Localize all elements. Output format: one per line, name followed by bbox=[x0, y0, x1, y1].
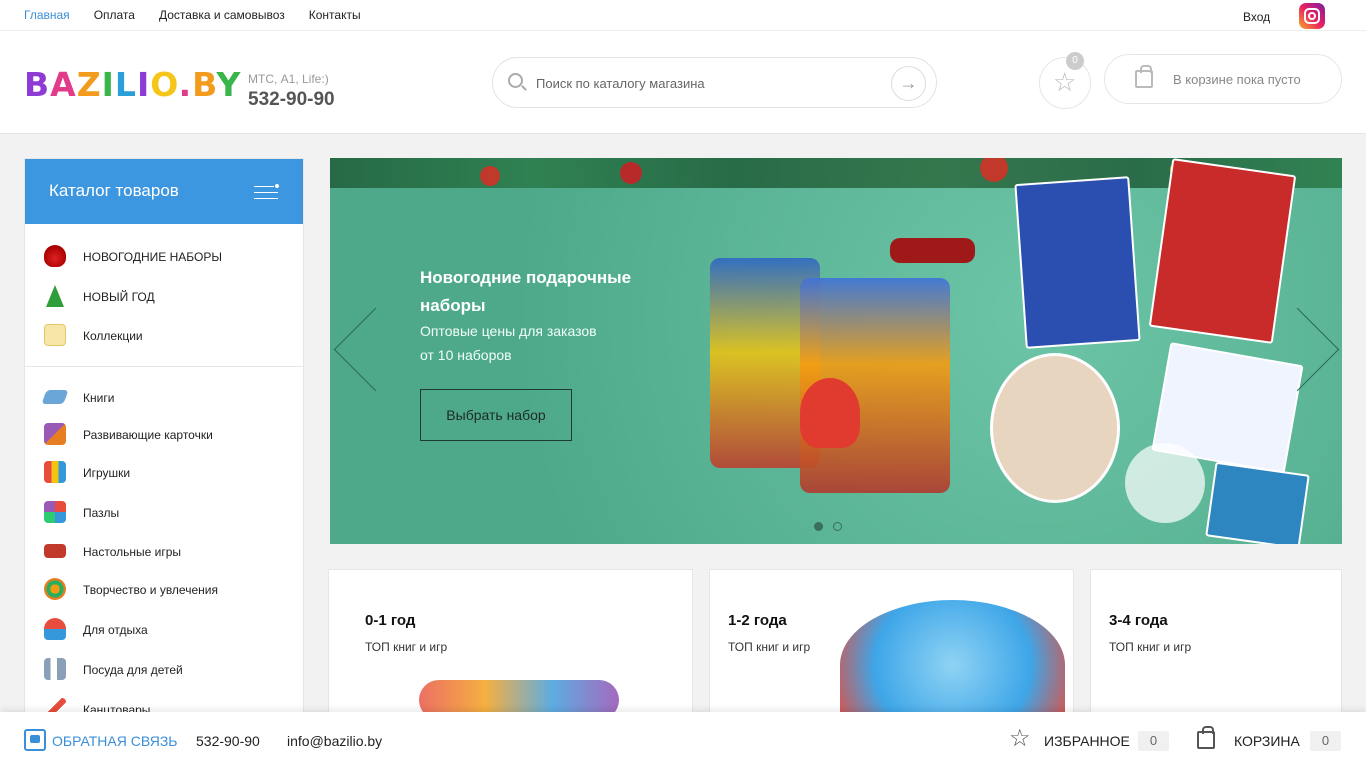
catalog-item-label: Посуда для детей bbox=[83, 663, 183, 677]
catalog-item-new-year-sets[interactable]: НОВОГОДНИЕ НАБОРЫ bbox=[25, 242, 303, 272]
bottom-email[interactable]: info@bazilio.by bbox=[287, 733, 382, 749]
site-header: BAZILIO.BY МТС, А1, Life:) 532-90-90 Пои… bbox=[0, 31, 1366, 134]
search-bar: Поиск по каталогу магазина → bbox=[492, 57, 937, 108]
book-cover-image bbox=[1014, 176, 1141, 349]
favorites-count-badge: 0 bbox=[1066, 52, 1084, 70]
feedback-icon[interactable] bbox=[24, 729, 46, 751]
catalog-item-creativity[interactable]: Творчество и увлечения bbox=[25, 575, 303, 605]
banner-prev-arrow[interactable] bbox=[330, 292, 386, 408]
catalog-item-leisure[interactable]: Для отдыха bbox=[25, 615, 303, 645]
palette-icon bbox=[44, 578, 66, 600]
site-logo[interactable]: BAZILIO.BY bbox=[24, 65, 241, 104]
puzzle-icon bbox=[44, 501, 66, 523]
bottom-cart-link[interactable]: КОРЗИНА bbox=[1234, 733, 1300, 749]
catalog-sidebar: Каталог товаров НОВОГОДНИЕ НАБОРЫ НОВЫЙ … bbox=[24, 158, 304, 718]
santa-figure bbox=[800, 378, 860, 448]
menu-icon[interactable] bbox=[254, 186, 278, 200]
age-card-title: 3-4 года bbox=[1109, 612, 1168, 629]
gift-bag-icon bbox=[44, 245, 66, 267]
age-card-0-1[interactable]: 0-1 год ТОП книг и игр bbox=[328, 569, 693, 719]
catalog-item-books[interactable]: Книги bbox=[25, 383, 303, 413]
search-icon bbox=[508, 73, 523, 88]
catalog-item-new-year[interactable]: НОВЫЙ ГОД bbox=[25, 282, 303, 312]
age-card-title: 1-2 года bbox=[728, 612, 787, 629]
search-submit-button[interactable]: → bbox=[891, 66, 926, 101]
catalog-title: Каталог товаров bbox=[49, 181, 179, 200]
catalog-item-label: Игрушки bbox=[83, 466, 131, 480]
book-icon bbox=[41, 390, 69, 404]
catalog-item-toys[interactable]: Игрушки bbox=[25, 458, 303, 488]
favorites-count: 0 bbox=[1138, 731, 1169, 751]
shopping-bag-icon bbox=[1135, 65, 1153, 88]
shopping-bag-icon[interactable] bbox=[1197, 726, 1215, 749]
banner-next-arrow[interactable] bbox=[1286, 292, 1342, 408]
cards-icon bbox=[44, 423, 66, 445]
ornament-icon bbox=[620, 162, 642, 184]
age-card-subtitle: ТОП книг и игр bbox=[1109, 640, 1192, 654]
banner-subtitle: Оптовые цены для заказов от 10 наборов bbox=[420, 323, 597, 363]
catalog-header[interactable]: Каталог товаров bbox=[25, 159, 303, 224]
ornament-icon bbox=[480, 166, 500, 186]
slider-dots bbox=[814, 518, 852, 536]
toy-image bbox=[840, 600, 1065, 718]
catalog-item-label: Настольные игры bbox=[83, 545, 182, 559]
board-game-icon bbox=[44, 544, 66, 558]
catalog-item-board-games[interactable]: Настольные игры bbox=[25, 537, 303, 567]
nav-link-home[interactable]: Главная bbox=[24, 8, 70, 22]
star-icon: ☆ bbox=[1053, 67, 1077, 97]
cart-status: В корзине пока пусто bbox=[1173, 72, 1301, 87]
blocks-icon bbox=[44, 461, 66, 483]
catalog-item-label: НОВЫЙ ГОД bbox=[83, 290, 155, 304]
slider-dot[interactable] bbox=[833, 522, 842, 531]
star-icon[interactable]: ☆ bbox=[1009, 727, 1031, 751]
santa-board-image bbox=[990, 353, 1120, 503]
header-phone[interactable]: 532-90-90 bbox=[248, 89, 335, 111]
buttons-pack-image bbox=[1125, 443, 1205, 523]
catalog-item-label: Коллекции bbox=[83, 329, 143, 343]
catalog-item-puzzles[interactable]: Пазлы bbox=[25, 498, 303, 528]
book-cover-image bbox=[1148, 158, 1297, 344]
catalog-item-label: Творчество и увлечения bbox=[83, 583, 218, 597]
cart-count: 0 bbox=[1310, 731, 1341, 751]
book-cover-image bbox=[1205, 461, 1310, 544]
search-input[interactable]: Поиск по каталогу магазина bbox=[536, 76, 705, 91]
choose-set-button[interactable]: Выбрать набор bbox=[420, 389, 572, 441]
beach-icon bbox=[44, 618, 66, 640]
catalog-item-label: НОВОГОДНИЕ НАБОРЫ bbox=[83, 250, 222, 264]
nav-link-delivery[interactable]: Доставка и самовывоз bbox=[159, 8, 285, 22]
bottom-phone[interactable]: 532-90-90 bbox=[196, 733, 260, 749]
phone-operators: МТС, А1, Life:) bbox=[248, 72, 329, 86]
promo-banner[interactable]: Новогодние подарочные наборы Оптовые цен… bbox=[330, 158, 1342, 544]
age-card-title: 0-1 год bbox=[365, 612, 416, 629]
instagram-icon[interactable] bbox=[1299, 3, 1325, 29]
nav-link-contacts[interactable]: Контакты bbox=[309, 8, 361, 22]
christmas-tree-icon bbox=[46, 285, 64, 307]
slider-dot[interactable] bbox=[814, 522, 823, 531]
age-card-subtitle: ТОП книг и игр bbox=[365, 640, 448, 654]
top-nav-links: Главная Оплата Доставка и самовывоз Конт… bbox=[24, 8, 361, 22]
bottom-favorites-link[interactable]: ИЗБРАННОЕ bbox=[1044, 733, 1130, 749]
catalog-item-label: Развивающие карточки bbox=[83, 428, 213, 442]
age-card-1-2[interactable]: 1-2 года ТОП книг и игр bbox=[709, 569, 1074, 719]
nav-link-payment[interactable]: Оплата bbox=[94, 8, 135, 22]
catalog-item-cards[interactable]: Развивающие карточки bbox=[25, 420, 303, 450]
favorites-button[interactable]: ☆ 0 bbox=[1039, 52, 1091, 109]
bottom-bar: ОБРАТНАЯ СВЯЗЬ 532-90-90 info@bazilio.by… bbox=[0, 712, 1366, 768]
feedback-link[interactable]: ОБРАТНАЯ СВЯЗЬ bbox=[52, 733, 177, 749]
login-link[interactable]: Вход bbox=[1243, 10, 1270, 24]
cart-button[interactable]: В корзине пока пусто bbox=[1104, 54, 1342, 104]
folder-icon bbox=[44, 324, 66, 346]
sidebar-divider bbox=[25, 366, 303, 367]
catalog-item-label: Для отдыха bbox=[83, 623, 148, 637]
catalog-item-label: Книги bbox=[83, 391, 115, 405]
catalog-item-label: Пазлы bbox=[83, 506, 120, 520]
tableware-icon bbox=[44, 658, 66, 680]
age-card-subtitle: ТОП книг и игр bbox=[728, 640, 811, 654]
banner-title: Новогодние подарочные наборы bbox=[420, 268, 632, 315]
bow-icon bbox=[890, 238, 975, 263]
age-card-3-4[interactable]: 3-4 года ТОП книг и игр bbox=[1090, 569, 1342, 719]
catalog-item-collections[interactable]: Коллекции bbox=[25, 321, 303, 351]
catalog-item-tableware[interactable]: Посуда для детей bbox=[25, 655, 303, 685]
top-navigation: Главная Оплата Доставка и самовывоз Конт… bbox=[0, 0, 1366, 31]
